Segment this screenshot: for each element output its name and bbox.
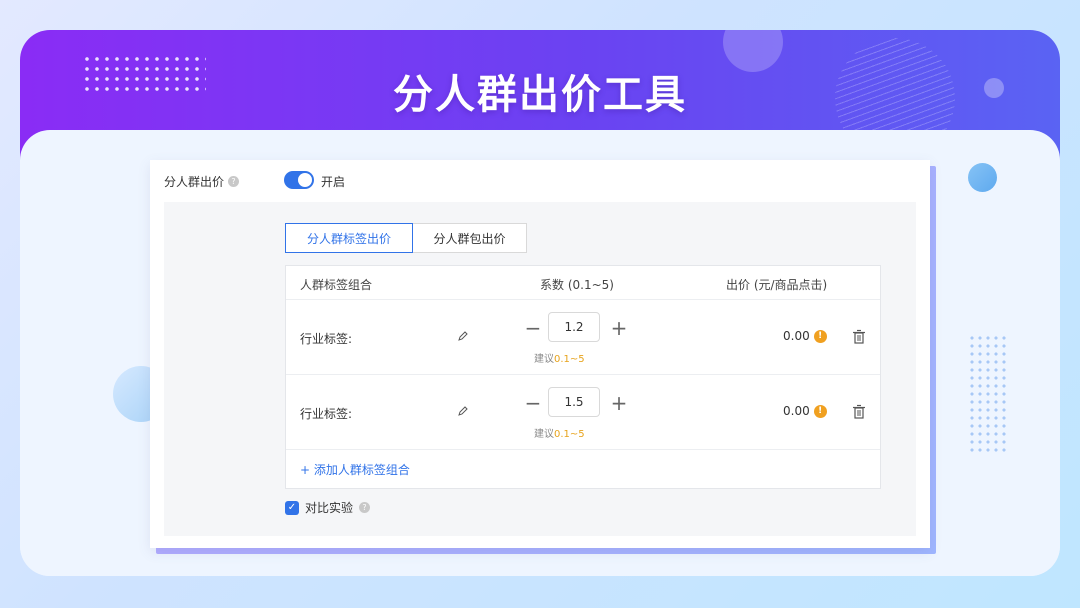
add-tag-combo-link[interactable]: + 添加人群标签组合 xyxy=(300,461,410,478)
table-header: 人群标签组合 系数 (0.1~5) 出价 (元/商品点击) xyxy=(286,266,880,300)
settings-panel: 分人群标签出价 分人群包出价 人群标签组合 系数 (0.1~5) 出价 (元/商… xyxy=(164,202,916,536)
header-tag-combo: 人群标签组合 xyxy=(300,278,373,292)
field-label-text: 分人群出价 xyxy=(164,175,225,189)
coefficient-stepper: − 1.5 + xyxy=(524,387,627,419)
warning-icon[interactable]: ! xyxy=(813,404,827,418)
header-coefficient: 系数 (0.1~5) xyxy=(540,278,614,292)
price-value: 0.00 xyxy=(783,329,810,343)
coefficient-hint: 建议0.1~5 xyxy=(534,425,585,440)
coefficient-hint: 建议0.1~5 xyxy=(534,350,585,365)
pencil-icon[interactable] xyxy=(457,330,469,342)
increment-button[interactable]: + xyxy=(610,391,628,415)
help-icon[interactable]: ? xyxy=(359,502,371,513)
compare-checkbox[interactable]: ✓ xyxy=(285,500,299,515)
coefficient-input[interactable]: 1.5 xyxy=(548,387,600,417)
trash-icon[interactable] xyxy=(852,404,866,419)
bid-price: 0.00 ! xyxy=(783,329,827,343)
toggle-label: 开启 xyxy=(321,175,346,189)
tab-tag-bid[interactable]: 分人群标签出价 xyxy=(285,223,413,253)
coefficient-input[interactable]: 1.2 xyxy=(548,312,600,342)
bid-price: 0.00 ! xyxy=(783,404,827,418)
compare-label: 对比实验 xyxy=(305,501,354,515)
decor-circle-right xyxy=(968,163,997,192)
header-bid: 出价 (元/商品点击) xyxy=(726,278,828,292)
hint-range: 0.1~5 xyxy=(554,354,585,365)
pencil-icon[interactable] xyxy=(457,405,469,417)
banner-title: 分人群出价工具 xyxy=(393,72,687,118)
row-label: 行业标签: xyxy=(300,332,353,346)
tab-package-bid[interactable]: 分人群包出价 xyxy=(413,223,527,253)
enable-toggle[interactable] xyxy=(284,171,314,189)
toggle-knob xyxy=(298,173,312,187)
table-row: 行业标签: − 1.5 + 建议0.1~5 0.00 ! xyxy=(286,375,880,450)
field-label: 分人群出价 ? xyxy=(164,173,240,190)
settings-card: 分人群出价 ? 开启 分人群标签出价 分人群包出价 人群标签组合 系数 (0.1… xyxy=(150,160,930,548)
table-row: 行业标签: − 1.2 + 建议0.1~5 0.00 ! xyxy=(286,300,880,375)
bid-table: 人群标签组合 系数 (0.1~5) 出价 (元/商品点击) 行业标签: − 1.… xyxy=(285,265,881,489)
price-value: 0.00 xyxy=(783,404,810,418)
coefficient-stepper: − 1.2 + xyxy=(524,312,627,344)
hint-range: 0.1~5 xyxy=(554,429,585,440)
row-label: 行业标签: xyxy=(300,407,353,421)
decrement-button[interactable]: − xyxy=(524,316,542,340)
hint-prefix: 建议 xyxy=(534,429,554,440)
hint-prefix: 建议 xyxy=(534,354,554,365)
tabs: 分人群标签出价 分人群包出价 xyxy=(285,223,527,253)
increment-button[interactable]: + xyxy=(610,316,628,340)
compare-experiment: ✓ 对比实验 ? xyxy=(285,499,371,516)
decrement-button[interactable]: − xyxy=(524,391,542,415)
warning-icon[interactable]: ! xyxy=(813,329,827,343)
dot-pattern-right xyxy=(968,334,1008,454)
help-icon[interactable]: ? xyxy=(228,176,240,187)
trash-icon[interactable] xyxy=(852,329,866,344)
